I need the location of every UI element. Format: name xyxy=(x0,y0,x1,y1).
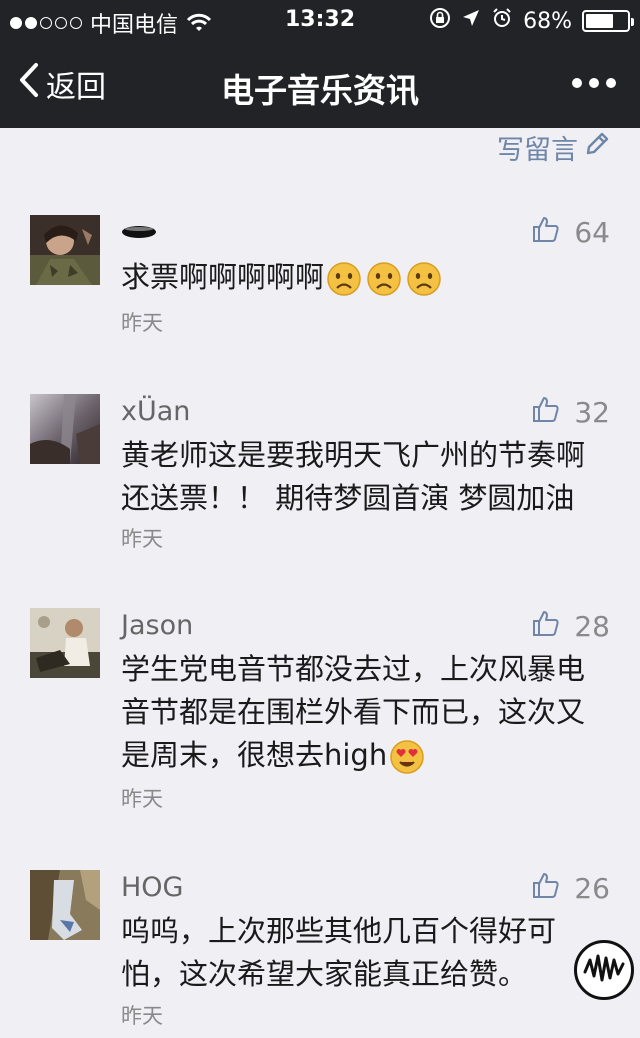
like-count: 32 xyxy=(574,396,610,429)
nav-bar: 返回 电子音乐资讯 xyxy=(0,40,640,128)
like-button[interactable]: 32 xyxy=(532,395,610,430)
avatar[interactable] xyxy=(30,215,100,285)
like-count: 28 xyxy=(574,610,610,643)
username: Jason xyxy=(121,610,194,641)
heart-eyes-face-icon xyxy=(389,739,425,775)
comment-time: 昨天 xyxy=(121,527,163,551)
alarm-icon xyxy=(491,7,513,35)
thumbs-up-icon xyxy=(532,871,560,906)
location-icon xyxy=(461,8,481,34)
avatar[interactable] xyxy=(30,608,100,678)
pencil-icon xyxy=(584,131,610,164)
write-comment-link[interactable]: 写留言 xyxy=(497,128,610,167)
sad-face-icon xyxy=(406,261,442,297)
rotation-lock-icon xyxy=(429,7,451,35)
comment-text: 呜呜，上次那些其他几百个得好可怕，这次希望大家能真正给赞。 xyxy=(121,914,557,991)
comment-content: 学生党电音节都没去过，上次风暴电音节都是在围栏外看下而已，这次又是周末，很想去h… xyxy=(121,648,611,777)
comment-content: 求票啊啊啊啊啊 xyxy=(121,256,611,299)
like-button[interactable]: 64 xyxy=(532,215,610,250)
comment-time: 昨天 xyxy=(121,787,163,811)
comment-time: 昨天 xyxy=(121,311,163,335)
avatar[interactable] xyxy=(30,870,100,940)
sad-face-icon xyxy=(326,261,362,297)
thumbs-up-icon xyxy=(532,215,560,250)
username-hidden-icon xyxy=(121,224,157,243)
sound-wave-logo-icon xyxy=(582,950,626,990)
battery-percent: 68% xyxy=(523,8,572,34)
status-bar: 中国电信 13:32 68% xyxy=(0,0,640,40)
back-label: 返回 xyxy=(46,70,106,105)
comment-text: 黄老师这是要我明天飞广州的节奏啊还送票！！ 期待梦圆首演 梦圆加油 xyxy=(121,438,586,515)
comment-text: 学生党电音节都没去过，上次风暴电音节都是在围栏外看下而已，这次又是周末，很想去h… xyxy=(121,652,586,772)
floating-logo-button[interactable] xyxy=(574,940,634,1000)
battery-fill xyxy=(586,14,613,28)
write-comment-label: 写留言 xyxy=(497,135,578,166)
status-right: 68% xyxy=(429,7,634,35)
like-button[interactable]: 28 xyxy=(532,609,610,644)
comment-text: 求票啊啊啊啊啊 xyxy=(121,260,325,294)
more-dots-icon[interactable] xyxy=(572,70,616,96)
chevron-left-icon xyxy=(18,62,40,106)
username: HOG xyxy=(121,872,184,903)
avatar[interactable] xyxy=(30,394,100,464)
sad-face-icon xyxy=(366,261,402,297)
username: xÜan xyxy=(121,396,191,427)
battery-icon xyxy=(582,10,634,32)
thumbs-up-icon xyxy=(532,609,560,644)
like-count: 64 xyxy=(574,216,610,249)
thumbs-up-icon xyxy=(532,395,560,430)
comment-time: 昨天 xyxy=(121,1004,163,1028)
like-button[interactable]: 26 xyxy=(532,871,610,906)
back-button[interactable]: 返回 xyxy=(18,62,106,106)
like-count: 26 xyxy=(574,872,610,905)
